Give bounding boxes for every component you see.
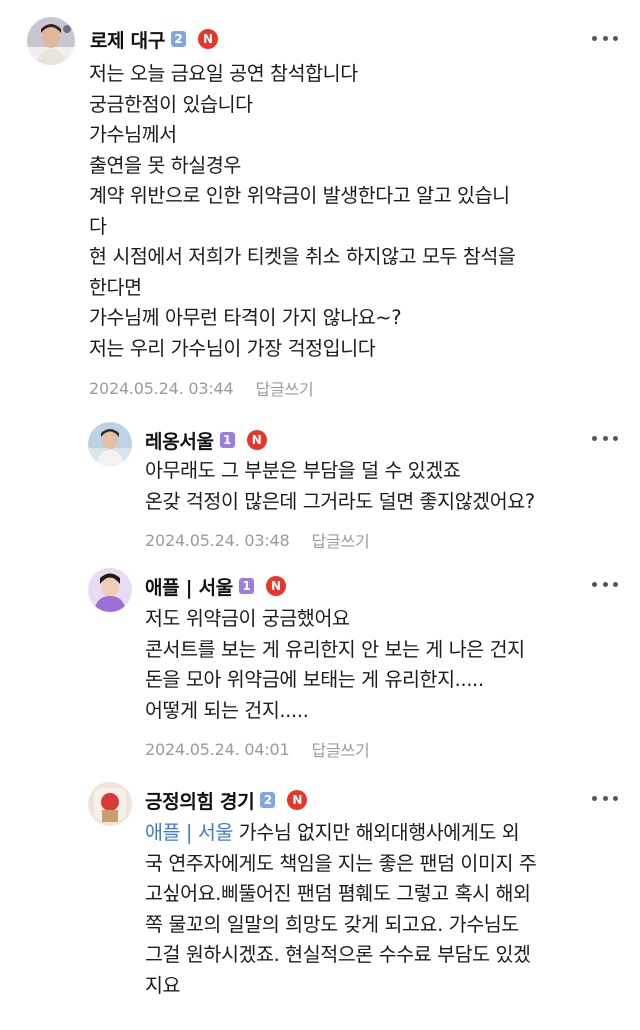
comment-1: 로제 대구 2 N 저는 오늘 금요일 공연 참석합니다 궁금한점이 있습니다 … (0, 0, 640, 420)
new-badge: N (266, 576, 286, 596)
timestamp: 2024.05.24. 03:48 (145, 530, 290, 550)
comment-line: 콘서트를 보는 게 유리한지 안 보는 게 나은 건지 (145, 637, 525, 661)
author-name[interactable]: 애플 | 서울 (145, 573, 233, 600)
author-name[interactable]: 긍정의힘 경기 (145, 787, 255, 814)
comment-line: 어떻게 되는 건지..... (145, 698, 309, 722)
reply-button[interactable]: 답글쓰기 (312, 528, 370, 552)
grade-badge: 2 (260, 792, 276, 808)
comment-line: 현 시점에서 저희가 티켓을 취소 하지않고 모두 참석을 (89, 245, 516, 268)
comment-body: 애플 | 서울 가수님 없지만 해외대행사에게도 외 국 연주자에게도 책임을 … (145, 818, 537, 1001)
timestamp: 2024.05.24. 03:44 (89, 378, 234, 398)
comment-line: 궁금한점이 있습니다 (89, 92, 253, 116)
comment-line: 아무래도 그 부분은 부담을 덜 수 있겠죠 (145, 459, 461, 482)
grade-badge: 1 (219, 432, 235, 448)
new-badge: N (246, 430, 267, 450)
avatar[interactable] (88, 568, 132, 612)
comment-line: 다 (89, 214, 107, 238)
more-options-icon[interactable] (592, 28, 618, 48)
comment-line: 가수님께서 (89, 123, 177, 146)
comment-line: 애플 | 서울 가수님 없지만 해외대행사에게도 외 (145, 818, 536, 849)
reply-comment-2: 애플 | 서울 1 N 저도 위약금이 궁금했어요 콘서트를 보는 게 유리한지… (0, 566, 640, 766)
comment-line: 쪽 물꼬의 일말의 희망도 갖게 되고요. 가수님도 (145, 912, 519, 936)
reply-comment-1: 레옹서울 1 N 아무래도 그 부분은 부담을 덜 수 있겠죠 온갖 걱정이 많… (0, 420, 640, 560)
mention-link[interactable]: 애플 | 서울 (145, 821, 233, 844)
author-name[interactable]: 레옹서울 (145, 427, 214, 454)
new-badge: N (198, 29, 219, 49)
comment-body: 저도 위약금이 궁금했어요 콘서트를 보는 게 유리한지 안 보는 게 나은 건… (145, 604, 525, 726)
comment-line: 그걸 원하시겠죠. 현실적으론 수수료 부담도 있겠 (145, 943, 531, 966)
new-badge: N (287, 790, 308, 810)
timestamp: 2024.05.24. 04:01 (145, 739, 290, 759)
reply-button[interactable]: 답글쓰기 (312, 737, 370, 761)
avatar[interactable] (27, 17, 75, 65)
author-name[interactable]: 로제 대구 (90, 26, 165, 53)
comment-line: 출연을 못 하실경우 (89, 153, 241, 177)
comment-line: 한다면 (89, 275, 142, 299)
grade-badge: 1 (239, 578, 254, 594)
comment-body: 저는 오늘 금요일 공연 참석합니다 궁금한점이 있습니다 가수님께서 출연을 … (89, 59, 516, 364)
reply-button[interactable]: 답글쓰기 (256, 376, 314, 400)
more-options-icon[interactable] (592, 574, 618, 594)
more-options-icon[interactable] (592, 428, 618, 448)
comment-body: 아무래도 그 부분은 부담을 덜 수 있겠죠 온갖 걱정이 많은데 그거라도 덜… (145, 456, 535, 517)
comment-line-text: 가수님 없지만 해외대행사에게도 외 (232, 821, 520, 844)
comment-line: 가수님께 아무런 타격이 가지 않나요~? (89, 306, 402, 329)
avatar[interactable] (88, 422, 132, 466)
avatar[interactable] (88, 782, 132, 826)
comment-line: 계약 위반으로 인한 위약금이 발생한다고 알고 있습니 (89, 184, 510, 207)
comment-line: 고싶어요.삐뚤어진 팬덤 폄훼도 그렇고 혹시 해외 (145, 882, 531, 905)
comment-line: 돈을 모아 위약금에 보태는 게 유리한지..... (145, 668, 484, 691)
more-options-icon[interactable] (592, 788, 618, 808)
comment-line: 저는 오늘 금요일 공연 참석합니다 (89, 62, 358, 85)
comment-line: 저도 위약금이 궁금했어요 (145, 607, 350, 630)
comment-line: 저는 우리 가수님이 가장 걱정입니다 (89, 336, 376, 360)
comment-line: 온갖 걱정이 많은데 그거라도 덜면 좋지않겠어요? (145, 489, 535, 513)
comment-line: 지요 (145, 973, 181, 997)
comment-line: 국 연주자에게도 책임을 지는 좋은 팬덤 이미지 주 (145, 851, 537, 875)
grade-badge: 2 (171, 31, 187, 47)
reply-comment-3: 긍정의힘 경기 2 N 애플 | 서울 가수님 없지만 해외대행사에게도 외 국… (0, 776, 640, 1030)
